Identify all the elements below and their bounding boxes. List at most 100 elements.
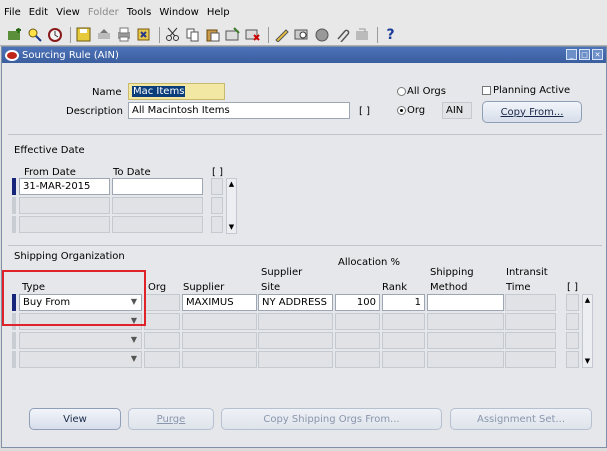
supplier-field[interactable]: MAXIMUS — [182, 294, 257, 311]
save-icon[interactable] — [75, 26, 92, 43]
supplier-site-field[interactable] — [258, 313, 333, 330]
allocation-field[interactable] — [335, 351, 380, 368]
close-icon[interactable]: ✕ — [592, 49, 603, 60]
rank-field[interactable] — [382, 351, 425, 368]
name-field[interactable]: Mac Items — [128, 83, 225, 100]
copy-icon[interactable] — [184, 26, 201, 43]
scroll-up-icon[interactable]: ▲ — [227, 180, 236, 189]
shipping-flexfield[interactable] — [566, 313, 579, 330]
supplier-field[interactable] — [182, 313, 257, 330]
supplier-site-field[interactable] — [258, 351, 333, 368]
toolbar-separator — [268, 26, 269, 43]
rank-field[interactable] — [382, 332, 425, 349]
org-field[interactable] — [144, 294, 180, 311]
menu-view[interactable]: View — [56, 7, 80, 18]
translations-icon[interactable] — [313, 26, 330, 43]
maximize-icon[interactable]: □ — [579, 49, 590, 60]
rank-field[interactable] — [382, 313, 425, 330]
org-field[interactable] — [144, 351, 180, 368]
paste-icon[interactable] — [204, 26, 221, 43]
edit-field-icon[interactable] — [273, 26, 290, 43]
supplier-header: Supplier — [183, 282, 225, 293]
section-divider — [8, 245, 602, 246]
allocation-field[interactable]: 100 — [335, 294, 380, 311]
chevron-down-icon[interactable]: ▼ — [131, 335, 137, 344]
org-field[interactable] — [144, 313, 180, 330]
intransit-time-field[interactable] — [505, 332, 556, 349]
menu-edit[interactable]: Edit — [29, 7, 48, 18]
shipping-scrollbar[interactable]: ▲ ▼ — [582, 294, 593, 368]
print-icon[interactable] — [115, 26, 132, 43]
allocation-field[interactable] — [335, 313, 380, 330]
shipping-organization-title: Shipping Organization — [14, 251, 125, 262]
row-marker — [12, 332, 16, 349]
toolbar: ? — [0, 24, 607, 46]
view-button[interactable]: View — [29, 408, 121, 430]
supplier-field[interactable] — [182, 332, 257, 349]
from-date-field[interactable]: 31-MAR-2015 — [19, 178, 110, 195]
scroll-up-icon[interactable]: ▲ — [583, 296, 592, 305]
description-field[interactable]: All Macintosh Items — [128, 102, 350, 119]
menu-file[interactable]: File — [4, 7, 21, 18]
shipping-flexfield[interactable] — [566, 351, 579, 368]
rank-field[interactable]: 1 — [382, 294, 425, 311]
new-icon[interactable] — [6, 26, 23, 43]
copy-shipping-orgs-button: Copy Shipping Orgs From... — [221, 408, 442, 430]
to-date-field[interactable] — [112, 197, 203, 214]
menu-folder: Folder — [87, 6, 119, 18]
effective-date-flexfield[interactable] — [211, 197, 223, 214]
cut-icon[interactable] — [164, 26, 181, 43]
from-date-field[interactable] — [19, 216, 110, 233]
intransit-time-field[interactable] — [505, 351, 556, 368]
shipping-flexfield[interactable] — [566, 294, 579, 311]
shipping-flexfield[interactable] — [566, 332, 579, 349]
shipping-method-field[interactable] — [427, 351, 504, 368]
allocation-header: Allocation % — [338, 257, 400, 268]
effective-date-scrollbar[interactable]: ▲ ▼ — [226, 178, 237, 234]
to-date-field[interactable] — [112, 216, 203, 233]
type-dropdown[interactable]: ▼ — [19, 351, 142, 368]
row-marker — [12, 197, 16, 214]
attachments-icon[interactable] — [333, 26, 350, 43]
help-icon[interactable]: ? — [382, 26, 399, 43]
intransit-time-field[interactable] — [505, 313, 556, 330]
new-record-icon[interactable] — [224, 26, 241, 43]
supplier-site-header-line1: Supplier — [261, 267, 303, 278]
effective-date-flexfield[interactable] — [211, 216, 223, 233]
all-orgs-radio[interactable] — [397, 87, 406, 96]
chevron-down-icon[interactable]: ▼ — [131, 354, 137, 363]
org-field[interactable] — [144, 332, 180, 349]
zoom-icon[interactable] — [293, 26, 310, 43]
from-date-field[interactable] — [19, 197, 110, 214]
intransit-header-line2: Time — [506, 282, 531, 293]
shipping-method-header-line2: Method — [430, 282, 468, 293]
intransit-time-field[interactable] — [505, 294, 556, 311]
delete-record-icon[interactable] — [244, 26, 261, 43]
effective-date-flexfield[interactable] — [211, 178, 223, 195]
copy-from-button[interactable]: Copy From... — [482, 101, 582, 123]
supplier-field[interactable] — [182, 351, 257, 368]
menu-help[interactable]: Help — [207, 7, 230, 18]
minimize-icon[interactable]: _ — [566, 49, 577, 60]
close-form-icon[interactable] — [135, 26, 152, 43]
menu-window[interactable]: Window — [159, 7, 198, 18]
scroll-down-icon[interactable]: ▼ — [227, 223, 236, 232]
find-icon[interactable] — [26, 26, 43, 43]
type-dropdown[interactable]: ▼ — [19, 332, 142, 349]
supplier-site-field[interactable]: NY ADDRESS — [258, 294, 333, 311]
planning-active-checkbox[interactable] — [482, 86, 491, 95]
next-step-icon[interactable] — [95, 26, 112, 43]
allocation-field[interactable] — [335, 332, 380, 349]
shipping-method-field[interactable] — [427, 332, 504, 349]
org-radio[interactable] — [397, 106, 406, 115]
navigator-icon[interactable] — [46, 26, 63, 43]
description-flexfield[interactable]: [ ] — [359, 106, 370, 117]
menu-tools[interactable]: Tools — [127, 7, 152, 18]
to-date-field[interactable] — [112, 178, 203, 195]
shipping-method-field[interactable] — [427, 294, 504, 311]
sourcing-rule-window: Sourcing Rule (AIN) _ □ ✕ Name Mac Items… — [1, 46, 607, 448]
scroll-down-icon[interactable]: ▼ — [583, 357, 592, 366]
shipping-method-field[interactable] — [427, 313, 504, 330]
supplier-site-field[interactable] — [258, 332, 333, 349]
toolbar-separator — [70, 26, 71, 43]
